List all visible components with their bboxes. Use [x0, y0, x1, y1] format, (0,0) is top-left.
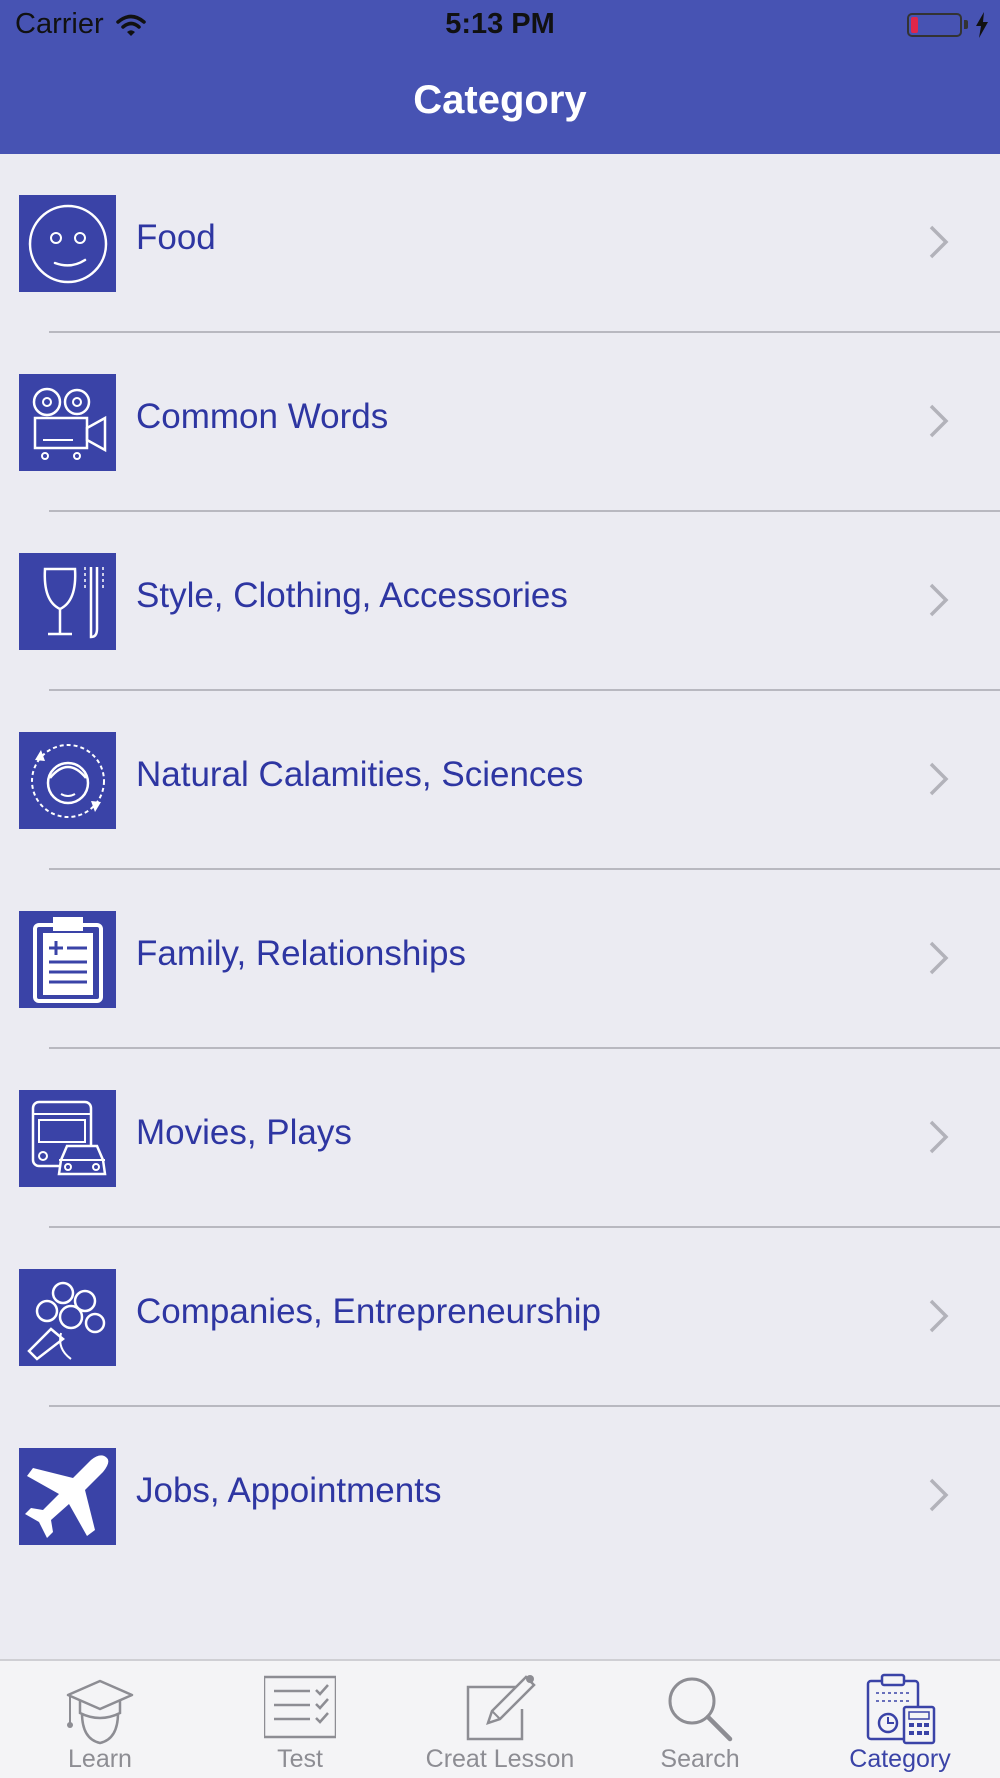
tab-label: Search	[660, 1745, 740, 1773]
face-cycle-icon	[19, 732, 116, 829]
smiley-face-icon	[19, 195, 116, 292]
status-bar: Carrier 5:13 PM	[0, 0, 1000, 50]
category-label: Style, Clothing, Accessories	[136, 576, 568, 615]
category-label: Natural Calamities, Sciences	[136, 755, 584, 794]
category-label: Movies, Plays	[136, 1113, 352, 1152]
flower-bouquet-icon	[19, 1269, 116, 1366]
airplane-icon	[19, 1448, 116, 1545]
chevron-right-icon	[929, 1120, 949, 1154]
chevron-right-icon	[929, 225, 949, 259]
graduation-cap-icon	[66, 1679, 134, 1745]
category-row-natural-calamities-sciences[interactable]: Natural Calamities, Sciences	[0, 691, 1000, 870]
category-label: Jobs, Appointments	[136, 1471, 442, 1510]
chevron-right-icon	[929, 941, 949, 975]
category-row-jobs-appointments[interactable]: Jobs, Appointments	[0, 1407, 1000, 1586]
category-label: Family, Relationships	[136, 934, 467, 973]
chevron-right-icon	[929, 1478, 949, 1512]
tab-label: Learn	[68, 1745, 132, 1773]
category-row-food[interactable]: Food	[0, 154, 1000, 333]
chevron-right-icon	[929, 583, 949, 617]
checklist-icon	[264, 1675, 336, 1739]
tab-category[interactable]: Category	[800, 1661, 1000, 1778]
search-icon	[668, 1677, 733, 1742]
navigation-header: Carrier 5:13 PM Category	[0, 0, 1000, 154]
charging-bolt-icon	[976, 12, 988, 38]
battery-icon	[907, 13, 962, 37]
clock: 5:13 PM	[445, 8, 555, 40]
category-row-style-clothing-accessories[interactable]: Style, Clothing, Accessories	[0, 512, 1000, 691]
tab-search[interactable]: Search	[600, 1661, 800, 1778]
chevron-right-icon	[929, 1299, 949, 1333]
page-title: Category	[413, 78, 587, 122]
tab-bar: Learn Test Creat Lesson Search Category	[0, 1659, 1000, 1778]
glass-fork-icon	[19, 553, 116, 650]
chevron-right-icon	[929, 404, 949, 438]
movie-camera-icon	[19, 374, 116, 471]
category-label: Food	[136, 218, 216, 257]
category-row-companies-entrepreneurship[interactable]: Companies, Entrepreneurship	[0, 1228, 1000, 1407]
category-row-movies-plays[interactable]: Movies, Plays	[0, 1049, 1000, 1228]
pencil-note-icon	[466, 1675, 536, 1741]
tab-label: Creat Lesson	[425, 1745, 575, 1773]
category-row-common-words[interactable]: Common Words	[0, 333, 1000, 512]
category-label: Companies, Entrepreneurship	[136, 1292, 601, 1331]
battery-tip	[964, 20, 968, 29]
calculator-clipboard-icon	[866, 1673, 936, 1745]
tab-test[interactable]: Test	[200, 1661, 400, 1778]
medical-clipboard-icon	[19, 911, 116, 1008]
tab-label: Category	[849, 1745, 951, 1773]
category-list: Food Common Words Style, Clothing, Acces…	[0, 154, 1000, 1586]
chevron-right-icon	[929, 762, 949, 796]
tab-creat-lesson[interactable]: Creat Lesson	[400, 1661, 600, 1778]
category-row-family-relationships[interactable]: Family, Relationships	[0, 870, 1000, 1049]
category-label: Common Words	[136, 397, 389, 436]
tab-learn[interactable]: Learn	[0, 1661, 200, 1778]
bus-car-icon	[19, 1090, 116, 1187]
tab-label: Test	[277, 1745, 323, 1773]
